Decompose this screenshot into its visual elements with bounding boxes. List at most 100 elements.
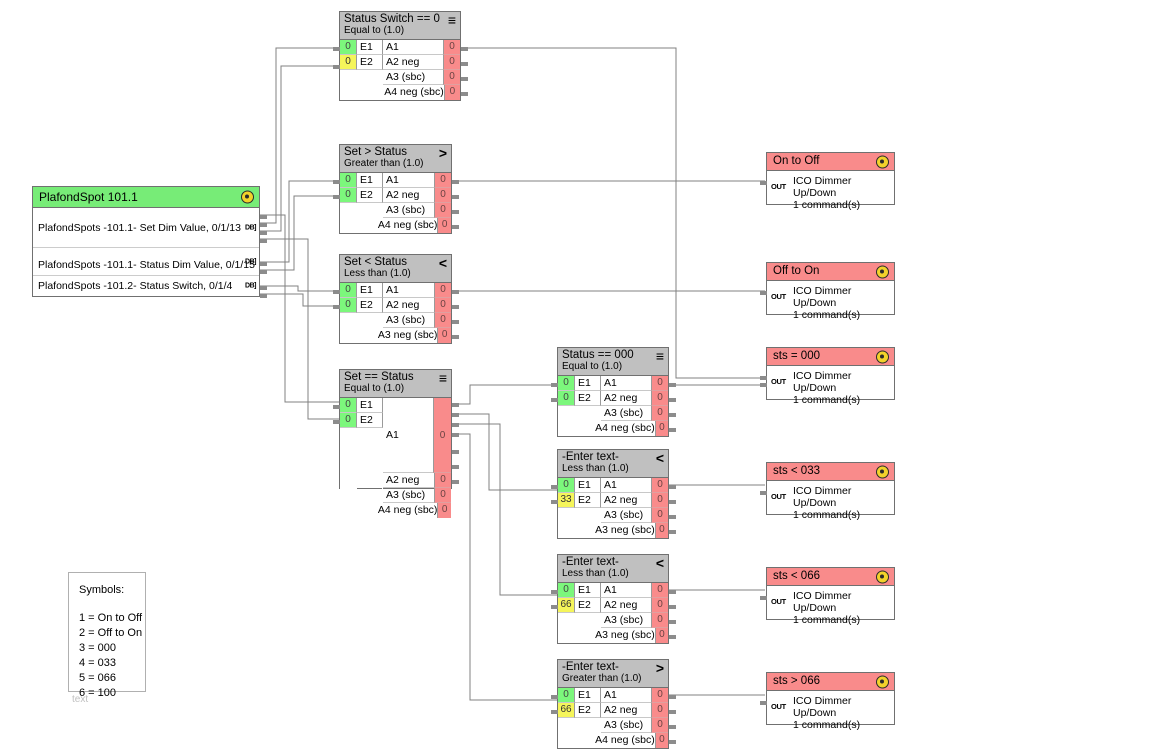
output-value[interactable]: 0: [437, 218, 451, 233]
input-pin[interactable]: [760, 383, 767, 387]
output-pin[interactable]: [452, 413, 459, 417]
output-pin[interactable]: [669, 695, 676, 699]
output-value[interactable]: 0: [437, 503, 451, 518]
logic-block-status-eq-000[interactable]: Status == 000 Equal to (1.0) ≡ 0 E1 A1 0…: [557, 347, 669, 437]
source-item-0[interactable]: PlafondSpots -101.1- Set Dim Value, 0/1/…: [33, 208, 259, 248]
input-value[interactable]: 0: [340, 398, 357, 413]
output-pin[interactable]: [669, 725, 676, 729]
logic-block-enter-text-lt-033[interactable]: -Enter text- Less than (1.0) < 0 E1 A1 0…: [557, 449, 669, 539]
input-value[interactable]: 0: [340, 173, 357, 188]
output-value[interactable]: 0: [651, 613, 668, 628]
input-value[interactable]: 0: [340, 298, 357, 313]
input-pin[interactable]: [760, 181, 767, 185]
symbols-legend[interactable]: Symbols: 1 = On to Off 2 = Off to On 3 =…: [68, 572, 146, 692]
output-pin[interactable]: [452, 433, 459, 437]
action-block-sts-gt-066[interactable]: sts > 066 OUT ICO Dimmer Up/Down 1 comma…: [766, 672, 895, 725]
output-value[interactable]: 0: [651, 703, 668, 718]
output-value[interactable]: 0: [433, 398, 451, 473]
output-value[interactable]: 0: [651, 688, 668, 703]
input-value[interactable]: 0: [558, 583, 575, 598]
action-block-sts-lt-033[interactable]: sts < 033 OUT ICO Dimmer Up/Down 1 comma…: [766, 462, 895, 515]
source-pin[interactable]: [260, 239, 267, 243]
logic-block-set-lt-status[interactable]: Set < Status Less than (1.0) < 0 E1 A1 0…: [339, 254, 452, 344]
input-pin[interactable]: [551, 383, 558, 387]
output-pin[interactable]: [452, 290, 459, 294]
output-pin[interactable]: [669, 590, 676, 594]
input-value[interactable]: 0: [558, 376, 575, 391]
source-pin[interactable]: [260, 270, 267, 274]
output-value[interactable]: 0: [434, 203, 451, 218]
output-pin[interactable]: [669, 620, 676, 624]
source-pin[interactable]: [260, 215, 267, 219]
input-pin[interactable]: [551, 605, 558, 609]
input-pin[interactable]: [760, 491, 767, 495]
input-value[interactable]: 66: [558, 703, 575, 718]
input-value[interactable]: 33: [558, 493, 575, 508]
source-pin[interactable]: [260, 286, 267, 290]
input-value[interactable]: 0: [340, 283, 357, 298]
output-value[interactable]: 0: [651, 406, 668, 421]
input-pin[interactable]: [333, 180, 340, 184]
input-value[interactable]: 0: [340, 413, 357, 428]
input-value[interactable]: 0: [340, 55, 357, 70]
output-value[interactable]: 0: [444, 85, 460, 100]
input-value[interactable]: 0: [558, 391, 575, 406]
input-pin[interactable]: [551, 695, 558, 699]
output-pin[interactable]: [669, 740, 676, 744]
output-value[interactable]: 0: [651, 391, 668, 406]
source-item-1[interactable]: PlafondSpots -101.1- Status Dim Value, 0…: [33, 248, 259, 276]
action-block-sts-lt-066[interactable]: sts < 066 OUT ICO Dimmer Up/Down 1 comma…: [766, 567, 895, 620]
input-pin[interactable]: [333, 290, 340, 294]
input-pin[interactable]: [333, 420, 340, 424]
output-value[interactable]: 0: [655, 421, 668, 436]
output-value[interactable]: 0: [655, 523, 668, 538]
output-pin[interactable]: [452, 195, 459, 199]
output-pin[interactable]: [669, 383, 676, 387]
output-value[interactable]: 0: [651, 376, 668, 391]
input-pin[interactable]: [551, 710, 558, 714]
output-value[interactable]: 0: [655, 628, 668, 643]
output-value[interactable]: 0: [434, 473, 451, 488]
input-value[interactable]: 0: [558, 478, 575, 493]
output-pin[interactable]: [461, 92, 468, 96]
action-block-off-to-on[interactable]: Off to On OUT ICO Dimmer Up/Down 1 comma…: [766, 262, 895, 315]
output-value[interactable]: 0: [434, 173, 451, 188]
plug-icon[interactable]: [876, 265, 889, 278]
plug-icon[interactable]: [241, 191, 254, 204]
output-pin[interactable]: [669, 530, 676, 534]
input-pin[interactable]: [333, 405, 340, 409]
logic-block-enter-text-lt-066[interactable]: -Enter text- Less than (1.0) < 0 E1 A1 0…: [557, 554, 669, 644]
output-pin[interactable]: [669, 515, 676, 519]
plug-icon[interactable]: [876, 675, 889, 688]
output-pin[interactable]: [461, 47, 468, 51]
output-pin[interactable]: [669, 413, 676, 417]
plug-icon[interactable]: [876, 350, 889, 363]
output-value[interactable]: 0: [437, 328, 451, 343]
input-pin[interactable]: [760, 376, 767, 380]
source-pin[interactable]: [260, 262, 267, 266]
output-value[interactable]: 0: [651, 493, 668, 508]
input-pin[interactable]: [551, 500, 558, 504]
output-value[interactable]: 0: [434, 488, 451, 503]
output-pin[interactable]: [452, 335, 459, 339]
plug-icon[interactable]: [876, 155, 889, 168]
input-value[interactable]: 0: [340, 40, 357, 55]
output-value[interactable]: 0: [651, 508, 668, 523]
output-value[interactable]: 0: [443, 70, 460, 85]
output-value[interactable]: 0: [434, 283, 451, 298]
action-block-on-to-off[interactable]: On to Off OUT ICO Dimmer Up/Down 1 comma…: [766, 152, 895, 205]
output-pin[interactable]: [452, 210, 459, 214]
action-block-sts-eq-000[interactable]: sts = 000 OUT ICO Dimmer Up/Down 1 comma…: [766, 347, 895, 400]
output-pin[interactable]: [452, 225, 459, 229]
input-value[interactable]: 66: [558, 598, 575, 613]
input-pin[interactable]: [760, 291, 767, 295]
output-value[interactable]: 0: [655, 733, 668, 748]
output-pin[interactable]: [669, 605, 676, 609]
output-value[interactable]: 0: [443, 55, 460, 70]
input-pin[interactable]: [333, 195, 340, 199]
logic-block-set-eq-status[interactable]: Set == Status Equal to (1.0) ≡ 0 E1 0 E2: [339, 369, 452, 489]
output-pin[interactable]: [452, 450, 459, 454]
output-value[interactable]: 0: [443, 40, 460, 55]
output-pin[interactable]: [452, 403, 459, 407]
output-value[interactable]: 0: [651, 583, 668, 598]
